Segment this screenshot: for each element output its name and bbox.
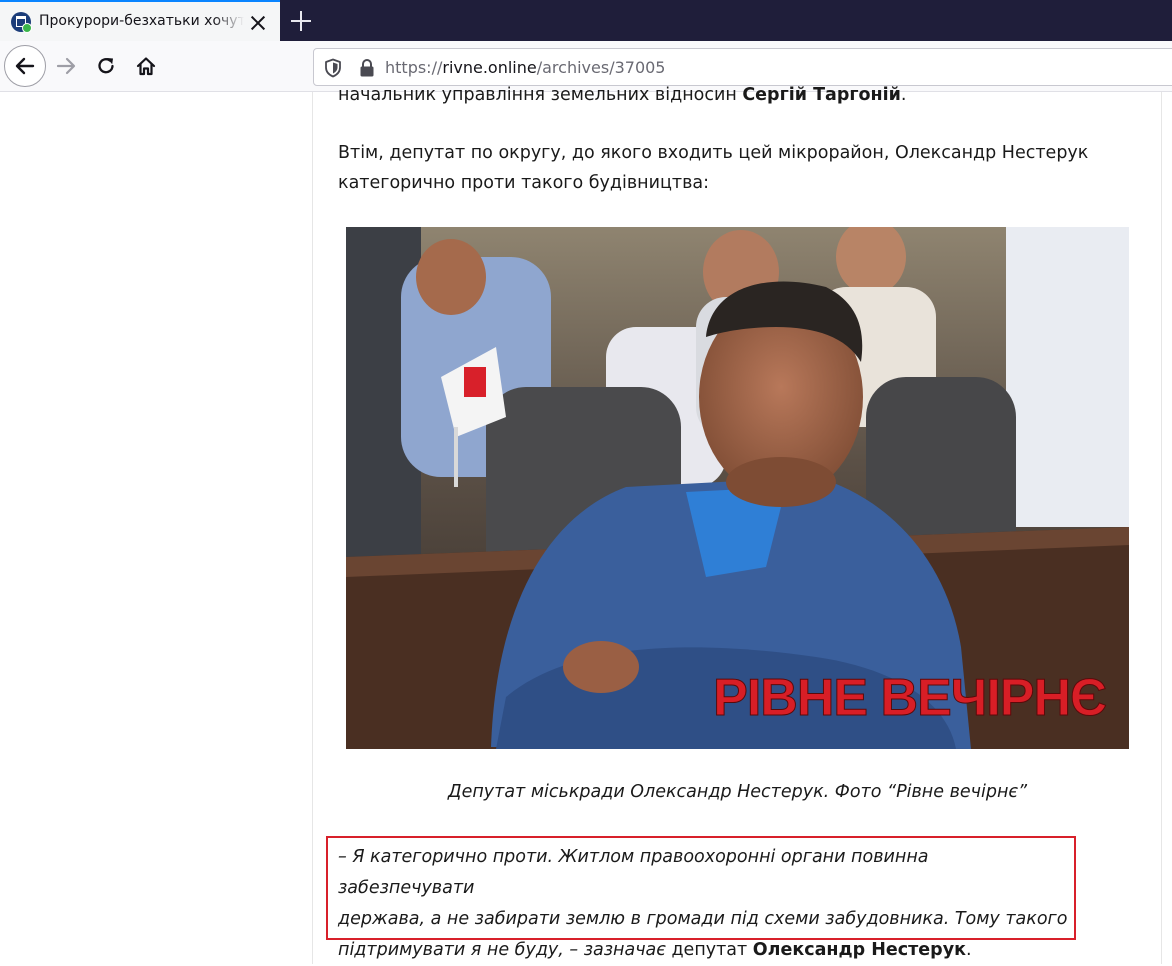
site-favicon bbox=[11, 12, 32, 33]
reload-button[interactable] bbox=[85, 45, 127, 87]
home-button[interactable] bbox=[125, 45, 167, 87]
forward-button[interactable] bbox=[45, 45, 87, 87]
arrow-left-icon bbox=[15, 57, 35, 75]
shield-icon[interactable] bbox=[324, 58, 342, 78]
lock-icon[interactable] bbox=[359, 58, 375, 78]
tab-strip: Прокурори-безхатьки хочуть bbox=[0, 0, 1172, 41]
url-text[interactable]: https://rivne.online/archives/37005 bbox=[385, 58, 665, 77]
quote-text: – Я категорично проти. Житлом правоохоро… bbox=[338, 847, 1068, 960]
quote-box: – Я категорично проти. Житлом правоохоро… bbox=[326, 836, 1076, 960]
tab-title: Прокурори-безхатьки хочуть bbox=[39, 13, 244, 29]
article-photo: РІВНЕ ВЕЧІРНЄ bbox=[346, 227, 1129, 749]
back-button[interactable] bbox=[4, 45, 46, 87]
reload-icon bbox=[98, 58, 114, 74]
article-paragraph-intro: Втім, депутат по округу, до якого входит… bbox=[338, 143, 1089, 193]
arrow-right-icon bbox=[56, 57, 76, 75]
plus-icon[interactable] bbox=[288, 8, 314, 34]
photo-watermark: РІВНЕ ВЕЧІРНЄ bbox=[713, 669, 1106, 727]
close-icon[interactable] bbox=[247, 12, 269, 34]
home-icon bbox=[136, 57, 156, 76]
tab-active[interactable]: Прокурори-безхатьки хочуть bbox=[0, 0, 280, 41]
photo-caption: Депутат міськради Олександр Нестерук. Фо… bbox=[447, 782, 1028, 802]
article-paragraph-top: начальник управління земельних відносин … bbox=[338, 85, 907, 105]
photo-illustration: РІВНЕ ВЕЧІРНЄ bbox=[346, 227, 1129, 749]
